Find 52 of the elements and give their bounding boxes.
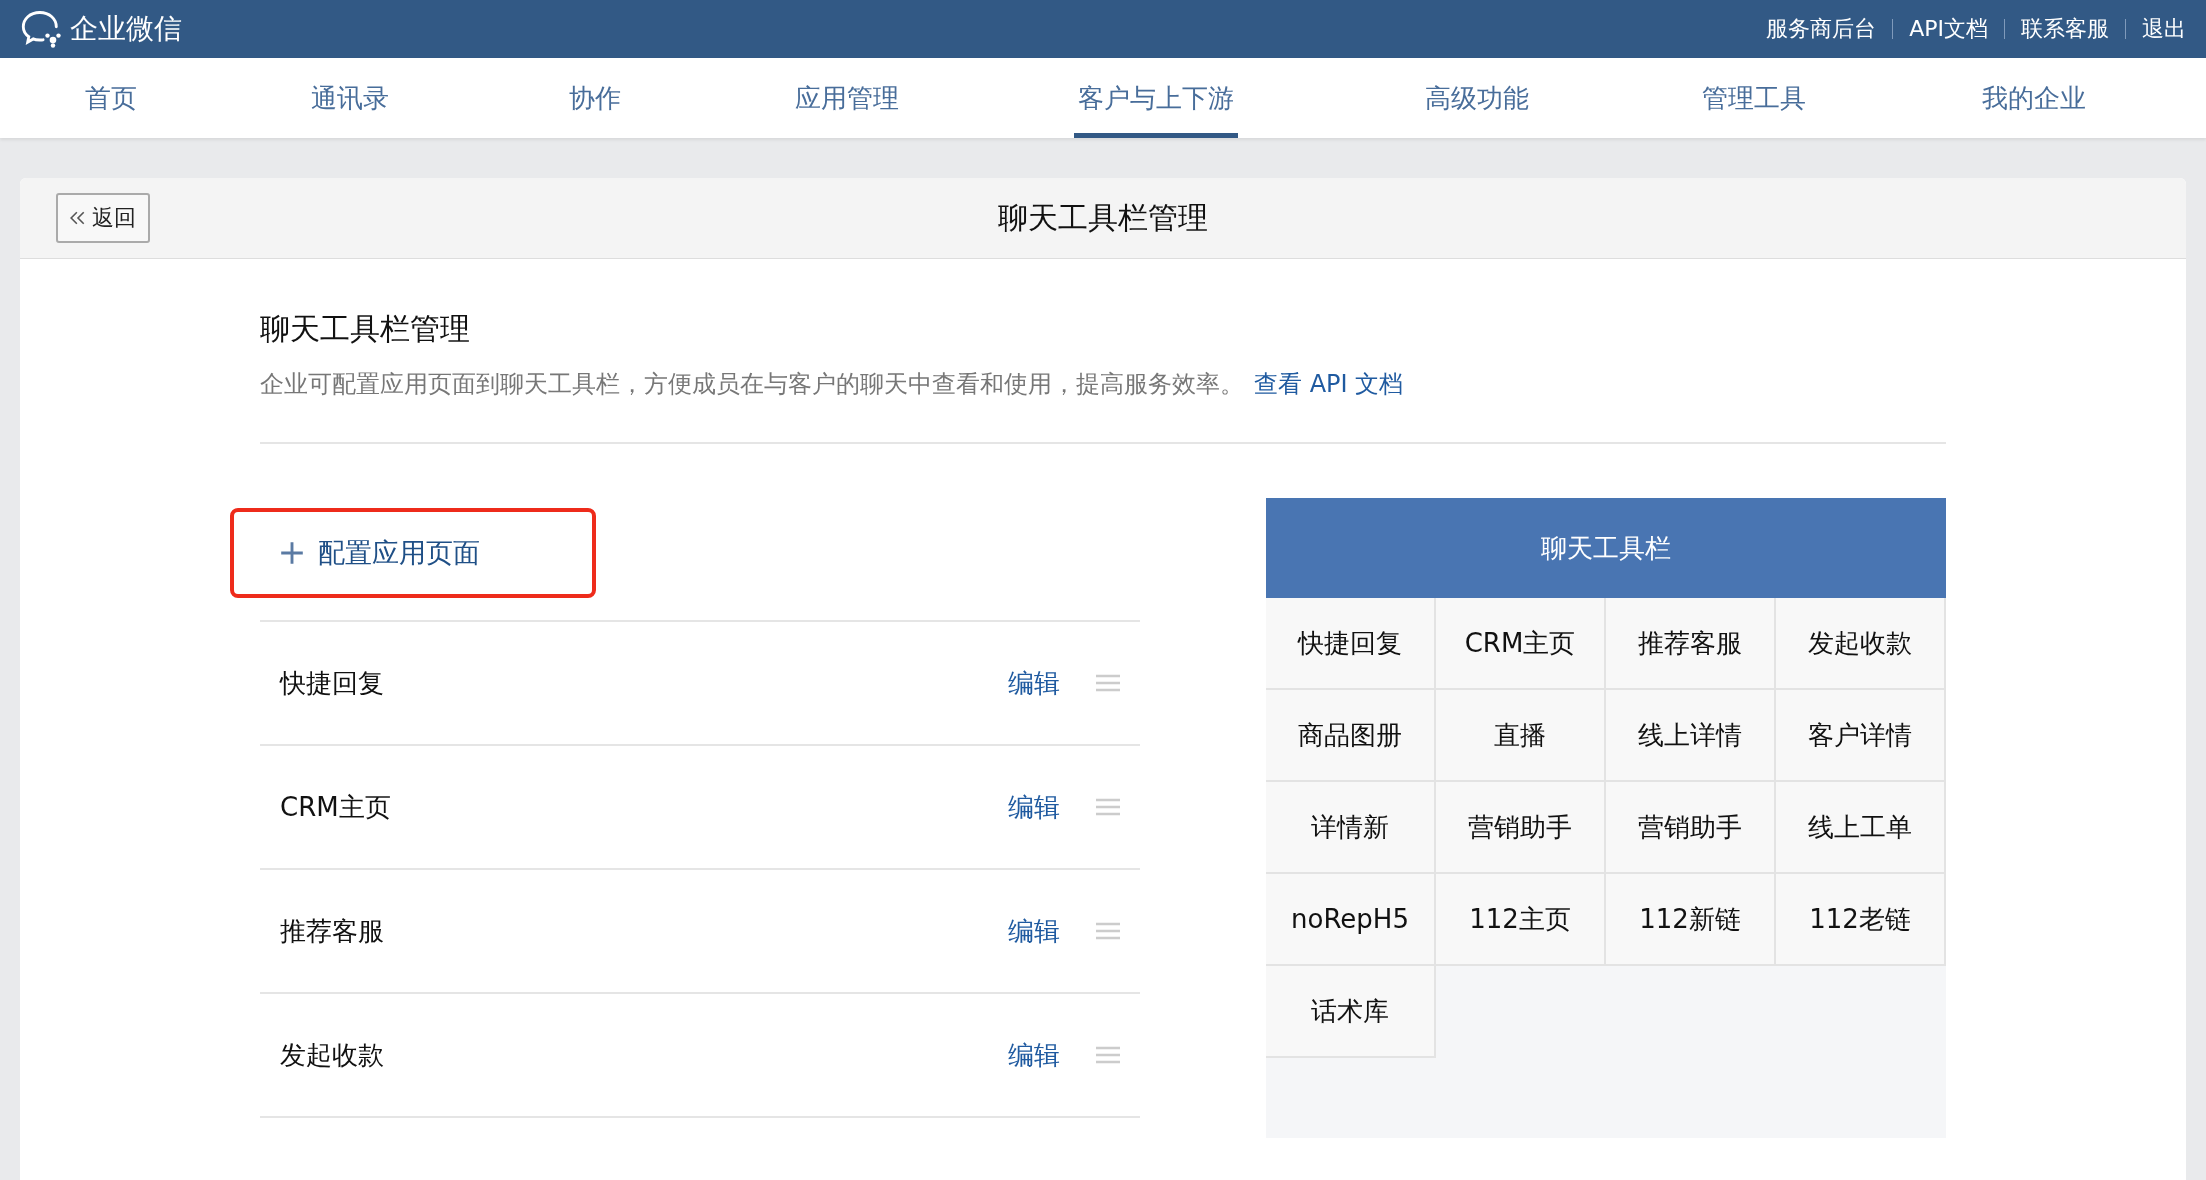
nav-tab[interactable]: 管理工具 (1698, 58, 1810, 138)
toolbar-item: 推荐客服 (1606, 598, 1776, 690)
page-title: 聊天工具栏管理 (997, 198, 1209, 237)
toolbar-item: 客户详情 (1776, 690, 1946, 782)
toolbar-item: 发起收款 (1776, 598, 1946, 690)
toolbar-item: 话术库 (1266, 966, 1436, 1058)
nav-tab[interactable]: 客户与上下游 (1074, 58, 1238, 138)
nav-tab[interactable]: 协作 (565, 58, 625, 138)
top-link[interactable]: 服务商后台 (1766, 14, 1877, 44)
nav-tab[interactable]: 高级功能 (1421, 58, 1533, 138)
toolbar-item: 112老链 (1776, 874, 1946, 966)
edit-link[interactable]: 编辑 (1008, 665, 1060, 701)
config-page-button[interactable]: 配置应用页面 (230, 508, 596, 598)
toolbar-item: 营销助手 (1606, 782, 1776, 874)
nav-tab[interactable]: 通讯录 (307, 58, 393, 138)
edit-link[interactable]: 编辑 (1008, 1037, 1060, 1073)
top-link[interactable]: 退出 (2142, 14, 2186, 44)
app-page-name: CRM主页 (280, 790, 392, 824)
toolbar-item: 112主页 (1436, 874, 1606, 966)
drag-handle-icon[interactable] (1096, 674, 1120, 692)
app-page-name: 推荐客服 (280, 914, 385, 948)
toolbar-item: 详情新 (1266, 782, 1436, 874)
nav-tab[interactable]: 应用管理 (791, 58, 903, 138)
logo-text: 企业微信 (70, 11, 182, 47)
toolbar-item: noRepH5 (1266, 874, 1436, 966)
back-button[interactable]: 返回 (56, 193, 150, 243)
section-description: 企业可配置应用页面到聊天工具栏，方便成员在与客户的聊天中查看和使用，提高服务效率。 (260, 370, 1244, 398)
toolbar-item: 商品图册 (1266, 690, 1436, 782)
edit-link[interactable]: 编辑 (1008, 789, 1060, 825)
drag-handle-icon[interactable] (1096, 1046, 1120, 1064)
toolbar-item: 线上工单 (1776, 782, 1946, 874)
section-title: 聊天工具栏管理 (260, 310, 471, 348)
double-chevron-left-icon (70, 211, 86, 225)
top-link[interactable]: API文档 (1909, 14, 1988, 44)
drag-handle-icon[interactable] (1096, 798, 1120, 816)
toolbar-item: 营销助手 (1436, 782, 1606, 874)
nav-tab[interactable]: 首页 (81, 58, 141, 138)
plus-icon (280, 541, 304, 565)
toolbar-item: 直播 (1436, 690, 1606, 782)
top-link[interactable]: 联系客服 (2021, 14, 2109, 44)
nav-tab[interactable]: 我的企业 (1978, 58, 2090, 138)
toolbar-item: 112新链 (1606, 874, 1776, 966)
toolbar-item: CRM主页 (1436, 598, 1606, 690)
toolbar-item: 线上详情 (1606, 690, 1776, 782)
chat-bubble-logo-icon (20, 9, 64, 49)
app-page-name: 发起收款 (280, 1038, 385, 1072)
toolbar-preview-title: 聊天工具栏 (1266, 498, 1946, 598)
app-page-name: 快捷回复 (280, 666, 385, 700)
toolbar-item: 快捷回复 (1266, 598, 1436, 690)
edit-link[interactable]: 编辑 (1008, 913, 1060, 949)
api-docs-link[interactable]: 查看 API 文档 (1254, 370, 1404, 398)
drag-handle-icon[interactable] (1096, 922, 1120, 940)
